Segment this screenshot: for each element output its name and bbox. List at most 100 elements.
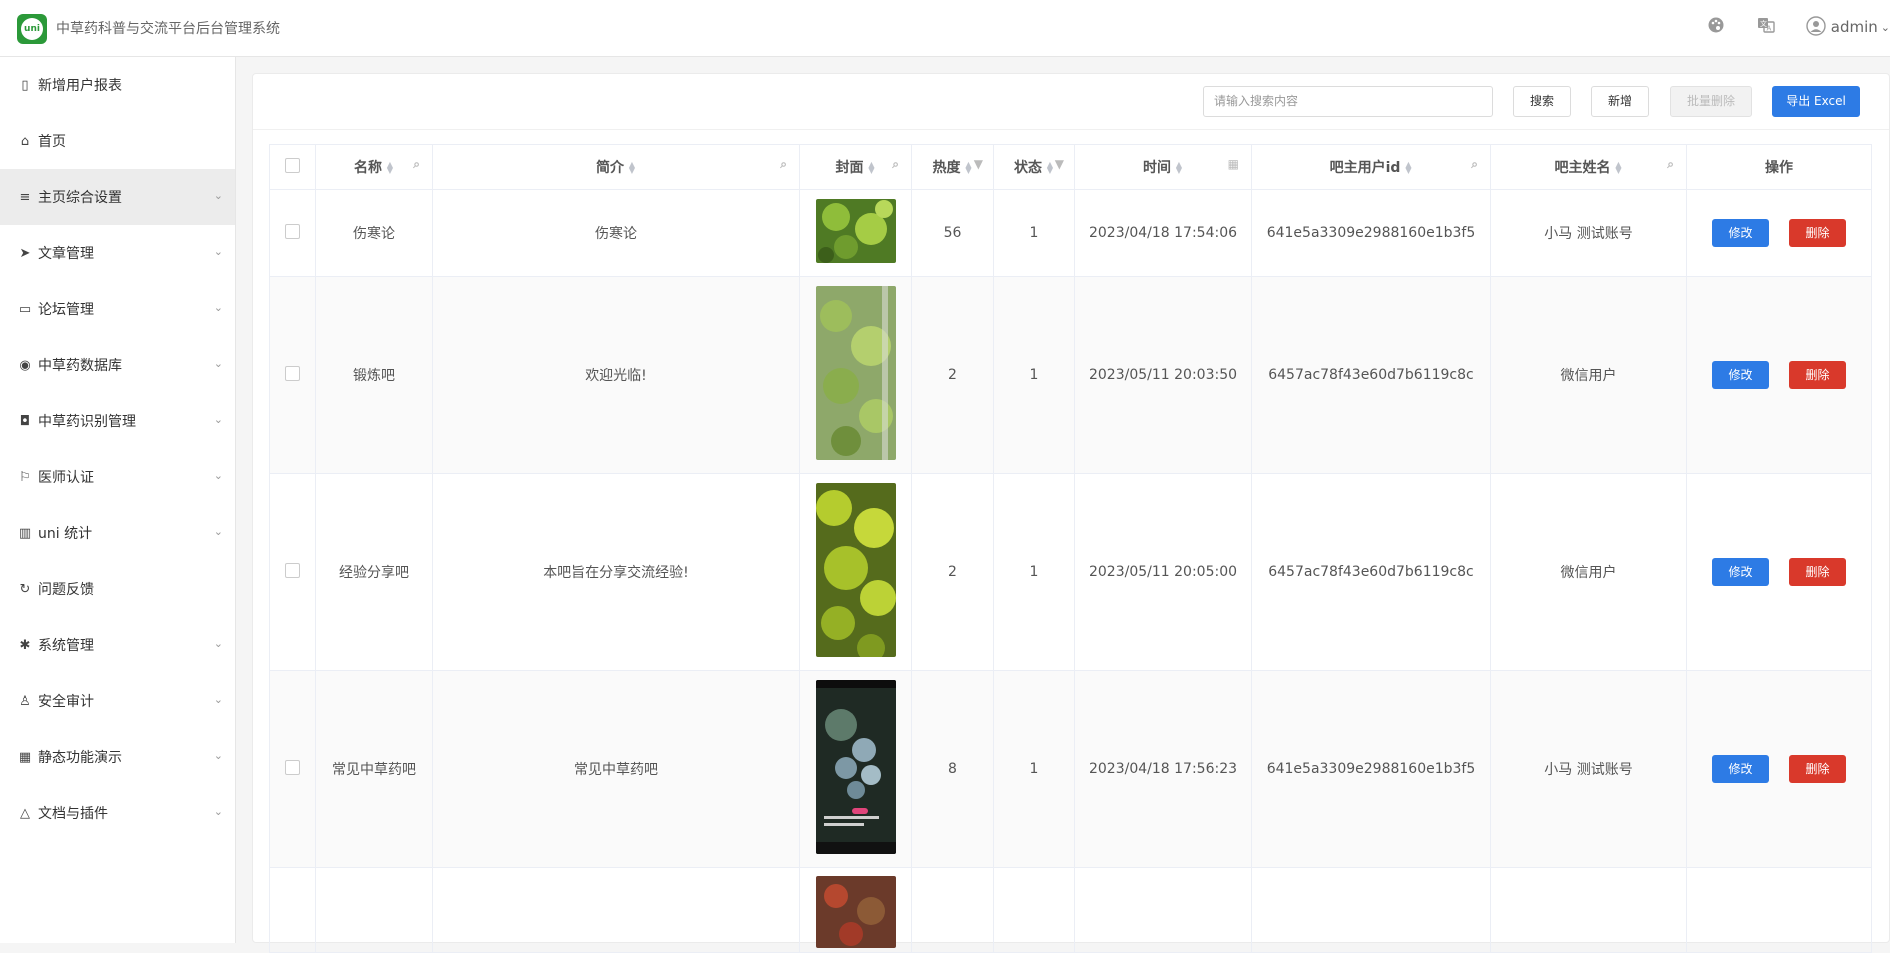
sort-icon[interactable]: ▲ ▼ — [1175, 161, 1183, 175]
sort-icon[interactable]: ▲ ▼ — [965, 161, 973, 175]
edit-button[interactable]: 修改 — [1712, 558, 1769, 586]
sort-icon[interactable]: ▲ ▼ — [1046, 161, 1054, 175]
search-icon[interactable]: ⌕ — [1471, 157, 1478, 172]
batch-delete-button[interactable]: 批量删除 — [1670, 86, 1752, 117]
gear-icon: ✱ — [19, 637, 31, 653]
sidebar-item[interactable]: △ 文档与插件 ⌄ — [0, 785, 235, 841]
row-select-cell — [269, 670, 316, 868]
sidebar-item-label: 中草药识别管理 — [38, 414, 136, 430]
column-label: 名称 — [354, 160, 382, 176]
heat-cell: 8 — [911, 670, 994, 868]
sidebar-item[interactable]: ◘ 中草药识别管理 ⌄ — [0, 393, 235, 449]
search-input[interactable]: 请输入搜索内容 — [1203, 86, 1493, 117]
app-logo[interactable]: uni — [17, 14, 47, 44]
sidebar: ▯ 新增用户报表 ⌂ 首页 ≡ 主页综合设置 ⌄ ➤ 文章管理 ⌄ ▭ 论坛管理 ⌄ ◉ 中草药数据库 ⌄ ◘ 中… — [0, 57, 236, 943]
time-cell: 2023/05/11 20:03:50 — [1074, 276, 1252, 474]
sort-icon[interactable]: ▲ ▼ — [628, 161, 636, 175]
sidebar-item[interactable]: ≡ 主页综合设置 ⌄ — [0, 169, 235, 225]
sidebar-item-label: 首页 — [38, 134, 66, 150]
send-icon: ➤ — [19, 245, 31, 261]
sidebar-item-label: 系统管理 — [38, 638, 94, 654]
sidebar-item[interactable]: ▦ 静态功能演示 ⌄ — [0, 729, 235, 785]
user-avatar-icon — [1805, 16, 1827, 38]
row-checkbox[interactable] — [285, 562, 300, 578]
cover-cell — [799, 276, 912, 474]
sort-icon[interactable]: ▲ ▼ — [1615, 161, 1623, 175]
delete-button[interactable]: 删除 — [1789, 219, 1846, 247]
owner-name-cell: 小马 测试账号 — [1490, 189, 1687, 277]
chevron-down-icon: ⌄ — [213, 693, 223, 706]
column-label: 吧主用户id — [1329, 160, 1401, 176]
actions-cell: 修改 删除 — [1686, 670, 1872, 868]
sidebar-item[interactable]: ✱ 系统管理 ⌄ — [0, 617, 235, 673]
row-checkbox[interactable] — [285, 759, 300, 775]
sidebar-item[interactable]: ♙ 安全审计 ⌄ — [0, 673, 235, 729]
row-checkbox[interactable] — [285, 223, 300, 239]
search-button[interactable]: 搜索 — [1513, 86, 1571, 117]
search-icon[interactable]: ⌕ — [892, 157, 899, 172]
row-checkbox[interactable] — [285, 365, 300, 381]
username: admin — [1830, 18, 1878, 36]
delete-button[interactable]: 删除 — [1789, 755, 1846, 783]
sidebar-item[interactable]: ▥ uni 统计 ⌄ — [0, 505, 235, 561]
add-button[interactable]: 新增 — [1591, 86, 1649, 117]
sidebar-item[interactable]: ▯ 新增用户报表 — [0, 57, 235, 113]
heat-cell: 2 — [911, 473, 994, 671]
heat-cell: 2 — [911, 276, 994, 474]
intro-cell: 常见中草药吧 — [432, 670, 800, 868]
column-header[interactable]: 封面 ▲ ▼ ⌕ — [799, 144, 912, 190]
search-icon[interactable]: ⌕ — [1667, 157, 1674, 172]
intro-cell: 本吧旨在分享交流经验! — [432, 473, 800, 671]
column-header[interactable]: 吧主用户id ▲ ▼ ⌕ — [1251, 144, 1491, 190]
status-cell — [993, 867, 1075, 953]
sidebar-item[interactable]: ⌂ 首页 — [0, 113, 235, 169]
cover-image[interactable] — [815, 680, 896, 854]
chevron-down-icon: ⌄ — [213, 301, 223, 314]
edit-button[interactable]: 修改 — [1712, 755, 1769, 783]
chevron-down-icon: ⌄ — [213, 525, 223, 538]
cover-image[interactable] — [815, 286, 896, 460]
sort-icon[interactable]: ▲ ▼ — [1404, 161, 1412, 175]
owner-id-cell: 6457ac78f43e60d7b6119c8c — [1251, 276, 1491, 474]
sidebar-item[interactable]: ◉ 中草药数据库 ⌄ — [0, 337, 235, 393]
table-row: 经验分享吧 本吧旨在分享交流经验! 2 1 2023/05/11 20:05:0… — [269, 473, 1872, 671]
cover-image[interactable] — [815, 483, 896, 657]
palette-icon[interactable] — [1705, 16, 1727, 38]
edit-button[interactable]: 修改 — [1712, 361, 1769, 389]
export-excel-button[interactable]: 导出 Excel — [1772, 86, 1860, 117]
app-title: 中草药科普与交流平台后台管理系统 — [56, 21, 280, 37]
sidebar-item[interactable]: ⚐ 医师认证 ⌄ — [0, 449, 235, 505]
delete-button[interactable]: 删除 — [1789, 361, 1846, 389]
name-cell: 常见中草药吧 — [315, 670, 433, 868]
language-icon[interactable]: 文A — [1755, 16, 1777, 38]
intro-cell: 伤寒论 — [432, 189, 800, 277]
user-menu[interactable]: admin ⌄ — [1805, 16, 1890, 38]
intro-cell: 欢迎光临! — [432, 276, 800, 474]
sidebar-item[interactable]: ↻ 问题反馈 — [0, 561, 235, 617]
filter-icon[interactable]: ▼ — [1055, 157, 1064, 171]
chevron-down-icon: ⌄ — [213, 805, 223, 818]
sidebar-item-label: 新增用户报表 — [38, 78, 122, 94]
edit-button[interactable]: 修改 — [1712, 219, 1769, 247]
column-header[interactable]: 简介 ▲ ▼ ⌕ — [432, 144, 800, 190]
column-header[interactable]: 时间 ▲ ▼ ▦ — [1074, 144, 1252, 190]
column-header[interactable]: 热度 ▲ ▼ ▼ — [911, 144, 994, 190]
select-all-checkbox[interactable] — [285, 157, 300, 173]
column-header[interactable]: 状态 ▲ ▼ ▼ — [993, 144, 1075, 190]
filter-icon[interactable]: ▼ — [974, 157, 983, 171]
calendar-icon[interactable]: ▦ — [1228, 157, 1239, 171]
search-icon[interactable]: ⌕ — [413, 157, 420, 172]
sort-icon[interactable]: ▲ ▼ — [386, 161, 394, 175]
column-header[interactable]: 吧主姓名 ▲ ▼ ⌕ — [1490, 144, 1687, 190]
sort-icon[interactable]: ▲ ▼ — [868, 161, 876, 175]
column-header[interactable]: 名称 ▲ ▼ ⌕ — [315, 144, 433, 190]
cover-image[interactable] — [815, 876, 896, 948]
cover-image[interactable] — [815, 199, 896, 263]
status-cell: 1 — [993, 189, 1075, 277]
sidebar-item[interactable]: ▭ 论坛管理 ⌄ — [0, 281, 235, 337]
delete-button[interactable]: 删除 — [1789, 558, 1846, 586]
cover-cell — [799, 473, 912, 671]
search-icon[interactable]: ⌕ — [780, 157, 787, 172]
sidebar-item[interactable]: ➤ 文章管理 ⌄ — [0, 225, 235, 281]
map-icon: ▯ — [21, 77, 29, 93]
